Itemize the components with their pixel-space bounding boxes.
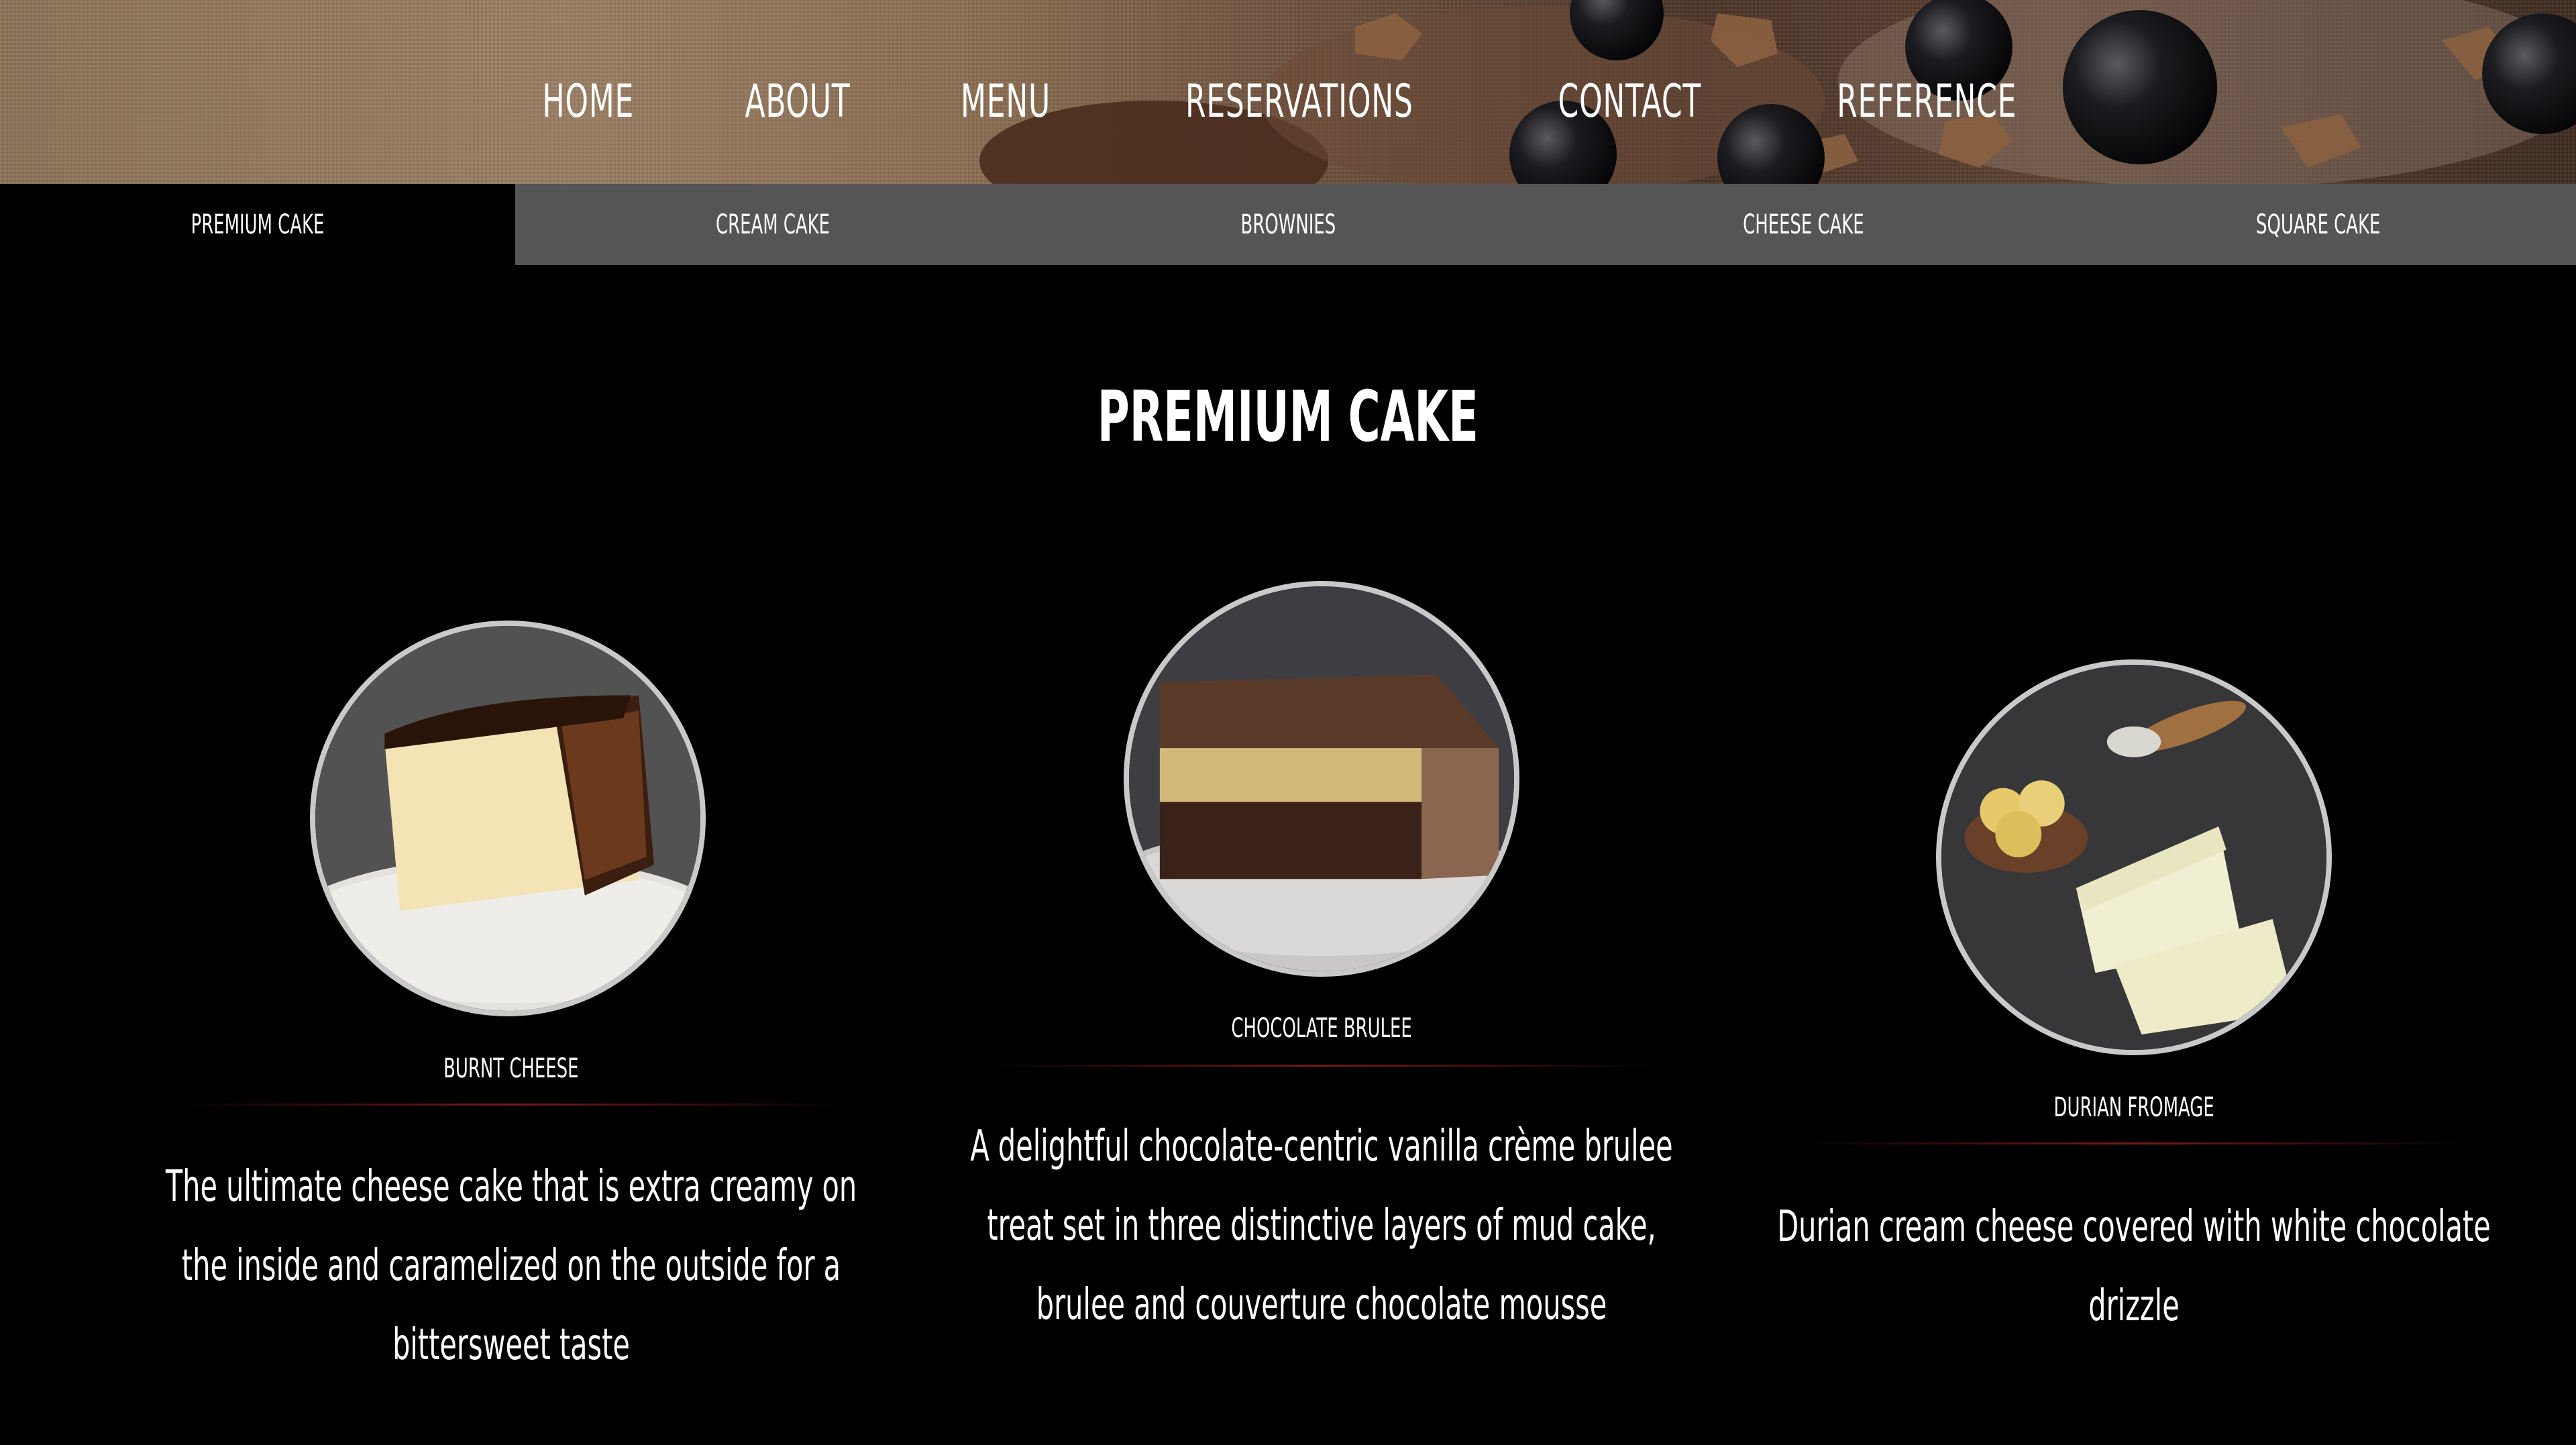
product-image-chocolate-brulee[interactable] — [1124, 581, 1519, 977]
product-description-text: The ultimate cheese cake that is extra c… — [165, 1162, 857, 1370]
header-banner: HOME ABOUT MENU RESERVATIONS CONTACT REF… — [0, 0, 2576, 184]
tab-brownies[interactable]: BROWNIES — [1030, 184, 1546, 265]
nav-contact[interactable]: CONTACT — [1558, 75, 1701, 128]
product-description: A delightful chocolate-centric vanilla c… — [919, 1107, 1724, 1344]
tab-label: PREMIUM CAKE — [191, 209, 325, 240]
product-name: DURIAN FROMAGE — [1731, 1092, 2536, 1123]
tab-label: CREAM CAKE — [716, 209, 830, 240]
tab-cream-cake[interactable]: CREAM CAKE — [515, 184, 1030, 265]
section-title-text: PREMIUM CAKE — [1097, 376, 1479, 458]
section-title: PREMIUM CAKE — [0, 376, 2576, 458]
product-description-text: Durian cream cheese covered with white c… — [1777, 1202, 2491, 1331]
product-name: BURNT CHEESE — [109, 1053, 914, 1084]
product-divider — [983, 1065, 1660, 1067]
product-name-text: DURIAN FROMAGE — [2053, 1092, 2214, 1123]
tab-square-cake[interactable]: SQUARE CAKE — [2061, 184, 2576, 265]
page: HOME ABOUT MENU RESERVATIONS CONTACT REF… — [0, 0, 2576, 1445]
nav-menu[interactable]: MENU — [961, 75, 1051, 128]
nav-reference[interactable]: REFERENCE — [1837, 75, 2017, 128]
nav-reservations[interactable]: RESERVATIONS — [1185, 75, 1413, 128]
tab-premium-cake[interactable]: PREMIUM CAKE — [0, 184, 515, 265]
product-name-text: BURNT CHEESE — [443, 1053, 579, 1084]
main-nav: HOME ABOUT MENU RESERVATIONS CONTACT REF… — [0, 75, 2576, 128]
product-divider — [1795, 1142, 2473, 1144]
product-image-burnt-cheese[interactable] — [310, 621, 706, 1016]
burnt-cheese-cake-illustration — [315, 626, 700, 1011]
chocolate-brulee-cake-illustration — [1129, 586, 1514, 971]
tab-label: SQUARE CAKE — [2256, 209, 2381, 240]
category-tabs: PREMIUM CAKE CREAM CAKE BROWNIES CHEESE … — [0, 184, 2576, 265]
tab-label: BROWNIES — [1240, 209, 1336, 240]
product-name: CHOCOLATE BRULEE — [919, 1013, 1724, 1044]
durian-fromage-cake-illustration — [1941, 665, 2326, 1050]
tab-label: CHEESE CAKE — [1742, 209, 1864, 240]
product-description: Durian cream cheese covered with white c… — [1731, 1187, 2536, 1346]
tab-cheese-cake[interactable]: CHEESE CAKE — [1546, 184, 2061, 265]
product-image-durian-fromage[interactable] — [1936, 659, 2332, 1055]
product-description-text: A delightful chocolate-centric vanilla c… — [970, 1122, 1673, 1330]
nav-about[interactable]: ABOUT — [745, 75, 850, 128]
product-description: The ultimate cheese cake that is extra c… — [109, 1147, 914, 1385]
nav-home[interactable]: HOME — [542, 75, 634, 128]
product-divider — [172, 1104, 850, 1106]
product-name-text: CHOCOLATE BRULEE — [1231, 1013, 1412, 1044]
